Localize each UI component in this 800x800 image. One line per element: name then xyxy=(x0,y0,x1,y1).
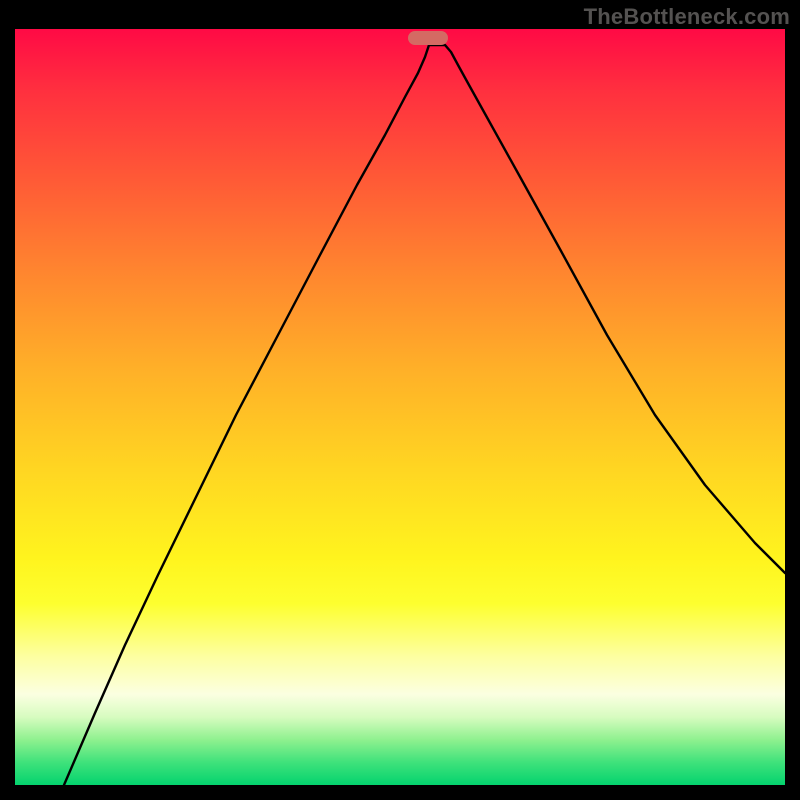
curve-layer xyxy=(15,29,785,785)
stage: TheBottleneck.com xyxy=(0,0,800,800)
bottleneck-plot xyxy=(15,29,785,785)
watermark-text: TheBottleneck.com xyxy=(584,4,790,30)
bottleneck-curve-path xyxy=(64,45,785,785)
optimal-marker xyxy=(408,31,448,45)
